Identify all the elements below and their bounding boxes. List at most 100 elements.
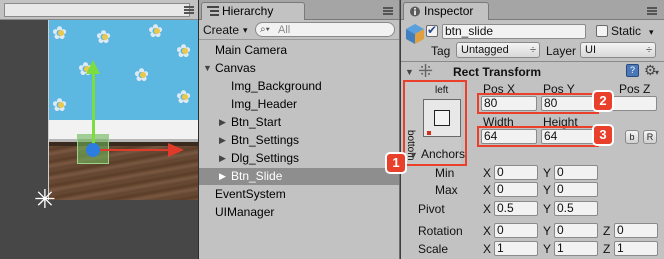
rot-z-input[interactable]: 0 [614,223,658,238]
hierarchy-item-label: Dlg_Settings [231,151,300,165]
max-y-value: 0 [557,182,564,196]
hierarchy-item[interactable]: Img_Background [199,78,399,95]
pivot-y-label: Y [543,202,552,216]
scale-x-value: 1 [497,241,504,255]
hierarchy-tabbar: Hierarchy [199,0,399,20]
tab-hierarchy[interactable]: Hierarchy [201,2,305,20]
rot-z-label: Z [603,224,611,238]
scene-view[interactable]: ✿ ✿ ✿ ✿ ✿ ✿ ✿ ✿ ✳ [0,0,198,259]
callout-frame-anchors [403,80,467,166]
expanded-arrow-icon[interactable]: ▼ [203,60,212,77]
move-handle[interactable] [86,143,100,157]
hierarchy-item-label: Btn_Slide [231,169,283,183]
active-checkbox[interactable] [426,23,438,37]
callout-badge-1: 1 [385,152,407,174]
scale-z-input[interactable]: 1 [614,241,658,256]
scene-menu-icon[interactable] [184,6,194,14]
hierarchy-menu-icon[interactable] [383,7,393,15]
gear-dropdown-icon[interactable]: ▾ [655,66,659,80]
hierarchy-item[interactable]: Img_Header [199,96,399,113]
raw-edit-button[interactable]: R [643,130,657,144]
max-x-input[interactable]: 0 [494,182,538,197]
max-label: Max [435,183,458,197]
scale-label: Scale [418,242,449,256]
min-y-label: Y [543,166,552,180]
rect-transform-icon: ⁜ [418,61,434,81]
x-axis-handle[interactable] [100,149,172,151]
hierarchy-item[interactable]: ▶ Btn_Slide [199,168,399,185]
layer-label: Layer [546,44,577,58]
pivot-label: Pivot [418,202,445,216]
hierarchy-item-label: Img_Header [231,97,298,111]
gameobject-cube-icon [406,24,424,44]
layer-dropdown[interactable]: UI [580,42,656,58]
pivot-y-input[interactable]: 0.5 [554,201,598,216]
rot-y-input[interactable]: 0 [554,223,598,238]
object-name-value: btn_slide [445,24,494,38]
min-x-value: 0 [497,165,504,179]
hierarchy-toolbar: Create ▾ ⌕▾ All [199,20,399,40]
hierarchy-item[interactable]: UIManager [199,204,399,221]
tag-value: Untagged [461,44,509,56]
min-y-value: 0 [557,165,564,179]
rot-x-label: X [483,224,492,238]
hierarchy-item[interactable]: Main Camera [199,42,399,59]
x-arrow-icon[interactable] [168,143,184,157]
collapsed-arrow-icon[interactable]: ▶ [219,114,226,131]
inspector-menu-icon[interactable] [647,7,657,15]
max-x-label: X [483,183,492,197]
collapsed-arrow-icon[interactable]: ▶ [219,132,226,149]
info-icon [410,6,420,17]
max-y-label: Y [543,183,552,197]
rot-y-label: Y [543,224,552,238]
callout-frame-position [477,93,599,114]
callout-frame-size [477,126,599,147]
hierarchy-item[interactable]: ▶ Btn_Start [199,114,399,131]
scene-search-field[interactable] [4,3,190,17]
canvas-frame [48,20,198,200]
rot-x-input[interactable]: 0 [494,223,538,238]
y-arrow-icon[interactable] [86,60,100,74]
object-name-input[interactable]: btn_slide [442,24,586,39]
inspector-tabbar: Inspector [401,0,664,20]
min-y-input[interactable]: 0 [554,165,598,180]
collapsed-arrow-icon[interactable]: ▶ [219,150,226,167]
max-x-value: 0 [497,182,504,196]
callout-badge-3: 3 [592,124,614,146]
max-y-input[interactable]: 0 [554,182,598,197]
tab-inspector-label: Inspector [424,4,474,18]
rot-y-value: 0 [557,223,564,237]
static-checkbox[interactable] [596,25,608,37]
pivot-x-input[interactable]: 0.5 [494,201,538,216]
scale-y-input[interactable]: 1 [554,241,598,256]
hierarchy-item[interactable]: ▼ Canvas [199,60,399,77]
help-book-icon[interactable]: ? [626,64,639,77]
component-foldout-icon[interactable]: ▼ [405,65,414,79]
y-axis-handle[interactable] [92,72,95,144]
callout-badge-2: 2 [592,90,614,112]
hierarchy-item-label: Btn_Settings [231,133,300,147]
hierarchy-item[interactable]: EventSystem [199,186,399,203]
hierarchy-item-label: Img_Background [231,79,322,93]
pivot-y-value: 0.5 [557,201,574,215]
pivot-x-label: X [483,202,492,216]
layer-value: UI [585,44,596,56]
static-label: Static [611,24,642,38]
component-title: Rect Transform [453,65,542,79]
hierarchy-item-label: Btn_Start [231,115,282,129]
tab-inspector[interactable]: Inspector [403,2,489,20]
hierarchy-item[interactable]: ▶ Btn_Settings [199,132,399,149]
search-placeholder: All [278,24,291,36]
blueprint-mode-button[interactable]: b [625,130,639,144]
create-button[interactable]: Create [203,23,239,37]
hierarchy-search-input[interactable]: ⌕▾ All [255,22,395,37]
collapsed-arrow-icon[interactable]: ▶ [219,168,226,185]
tag-dropdown[interactable]: Untagged [456,42,540,58]
scale-x-input[interactable]: 1 [494,241,538,256]
static-dropdown-icon[interactable]: ▾ [649,25,654,39]
rot-x-value: 0 [497,223,504,237]
create-dropdown-icon[interactable]: ▾ [243,23,248,37]
hierarchy-item[interactable]: ▶ Dlg_Settings [199,150,399,167]
min-x-input[interactable]: 0 [494,165,538,180]
hierarchy-panel: Hierarchy Create ▾ ⌕▾ All Main Camera ▼ Ca… [198,0,400,259]
